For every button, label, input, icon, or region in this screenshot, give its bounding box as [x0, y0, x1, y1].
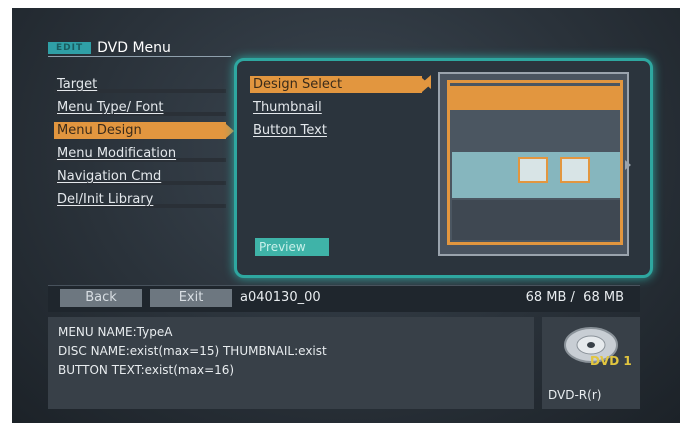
menu-item-menu-type-font[interactable]: Menu Type/ Font — [54, 99, 226, 116]
disc-size-label: 68 MB / 68 MB — [525, 290, 624, 305]
scroll-arrow-right-icon[interactable] — [625, 160, 631, 170]
submenu-item-button-text[interactable]: Button Text — [250, 122, 422, 139]
submenu-item-thumbnail[interactable]: Thumbnail — [250, 99, 422, 116]
preview-title-bar — [450, 86, 620, 110]
disc-type: DVD-R(r) — [548, 388, 602, 402]
menu-item-menu-design[interactable]: Menu Design — [54, 122, 234, 139]
menu-item-menu-modification[interactable]: Menu Modification — [54, 145, 226, 162]
header: EDIT DVD Menu — [48, 40, 171, 56]
menu-item-target[interactable]: Target — [54, 76, 226, 93]
menu-item-navigation-cmd[interactable]: Navigation Cmd — [54, 168, 226, 185]
filename-label: a040130_00 — [240, 290, 321, 305]
page-title: DVD Menu — [97, 40, 171, 56]
submenu: Design Select Thumbnail Button Text — [250, 76, 430, 145]
info-menu-name: MENU NAME:TypeA — [58, 325, 173, 339]
preview-bottom-area — [452, 200, 620, 240]
selection-arrow-left-icon — [423, 75, 431, 89]
disc-label: DVD 1 — [590, 354, 632, 368]
main-menu: Target Menu Type/ Font Menu Design Menu … — [54, 76, 234, 214]
preview-button-b — [560, 157, 590, 183]
back-button[interactable]: Back — [60, 289, 142, 307]
exit-button[interactable]: Exit — [150, 289, 232, 307]
info-button-text: BUTTON TEXT:exist(max=16) — [58, 363, 235, 377]
header-divider — [48, 56, 231, 57]
preview-button-a — [518, 157, 548, 183]
menu-item-del-init-library[interactable]: Del/Init Library — [54, 191, 226, 208]
edit-badge: EDIT — [48, 42, 92, 54]
info-disc-name: DISC NAME:exist(max=15) THUMBNAIL:exist — [58, 344, 327, 358]
info-panel: MENU NAME:TypeA DISC NAME:exist(max=15) … — [48, 317, 534, 409]
preview-button[interactable]: Preview — [255, 238, 329, 256]
submenu-item-design-select[interactable]: Design Select — [250, 76, 430, 93]
